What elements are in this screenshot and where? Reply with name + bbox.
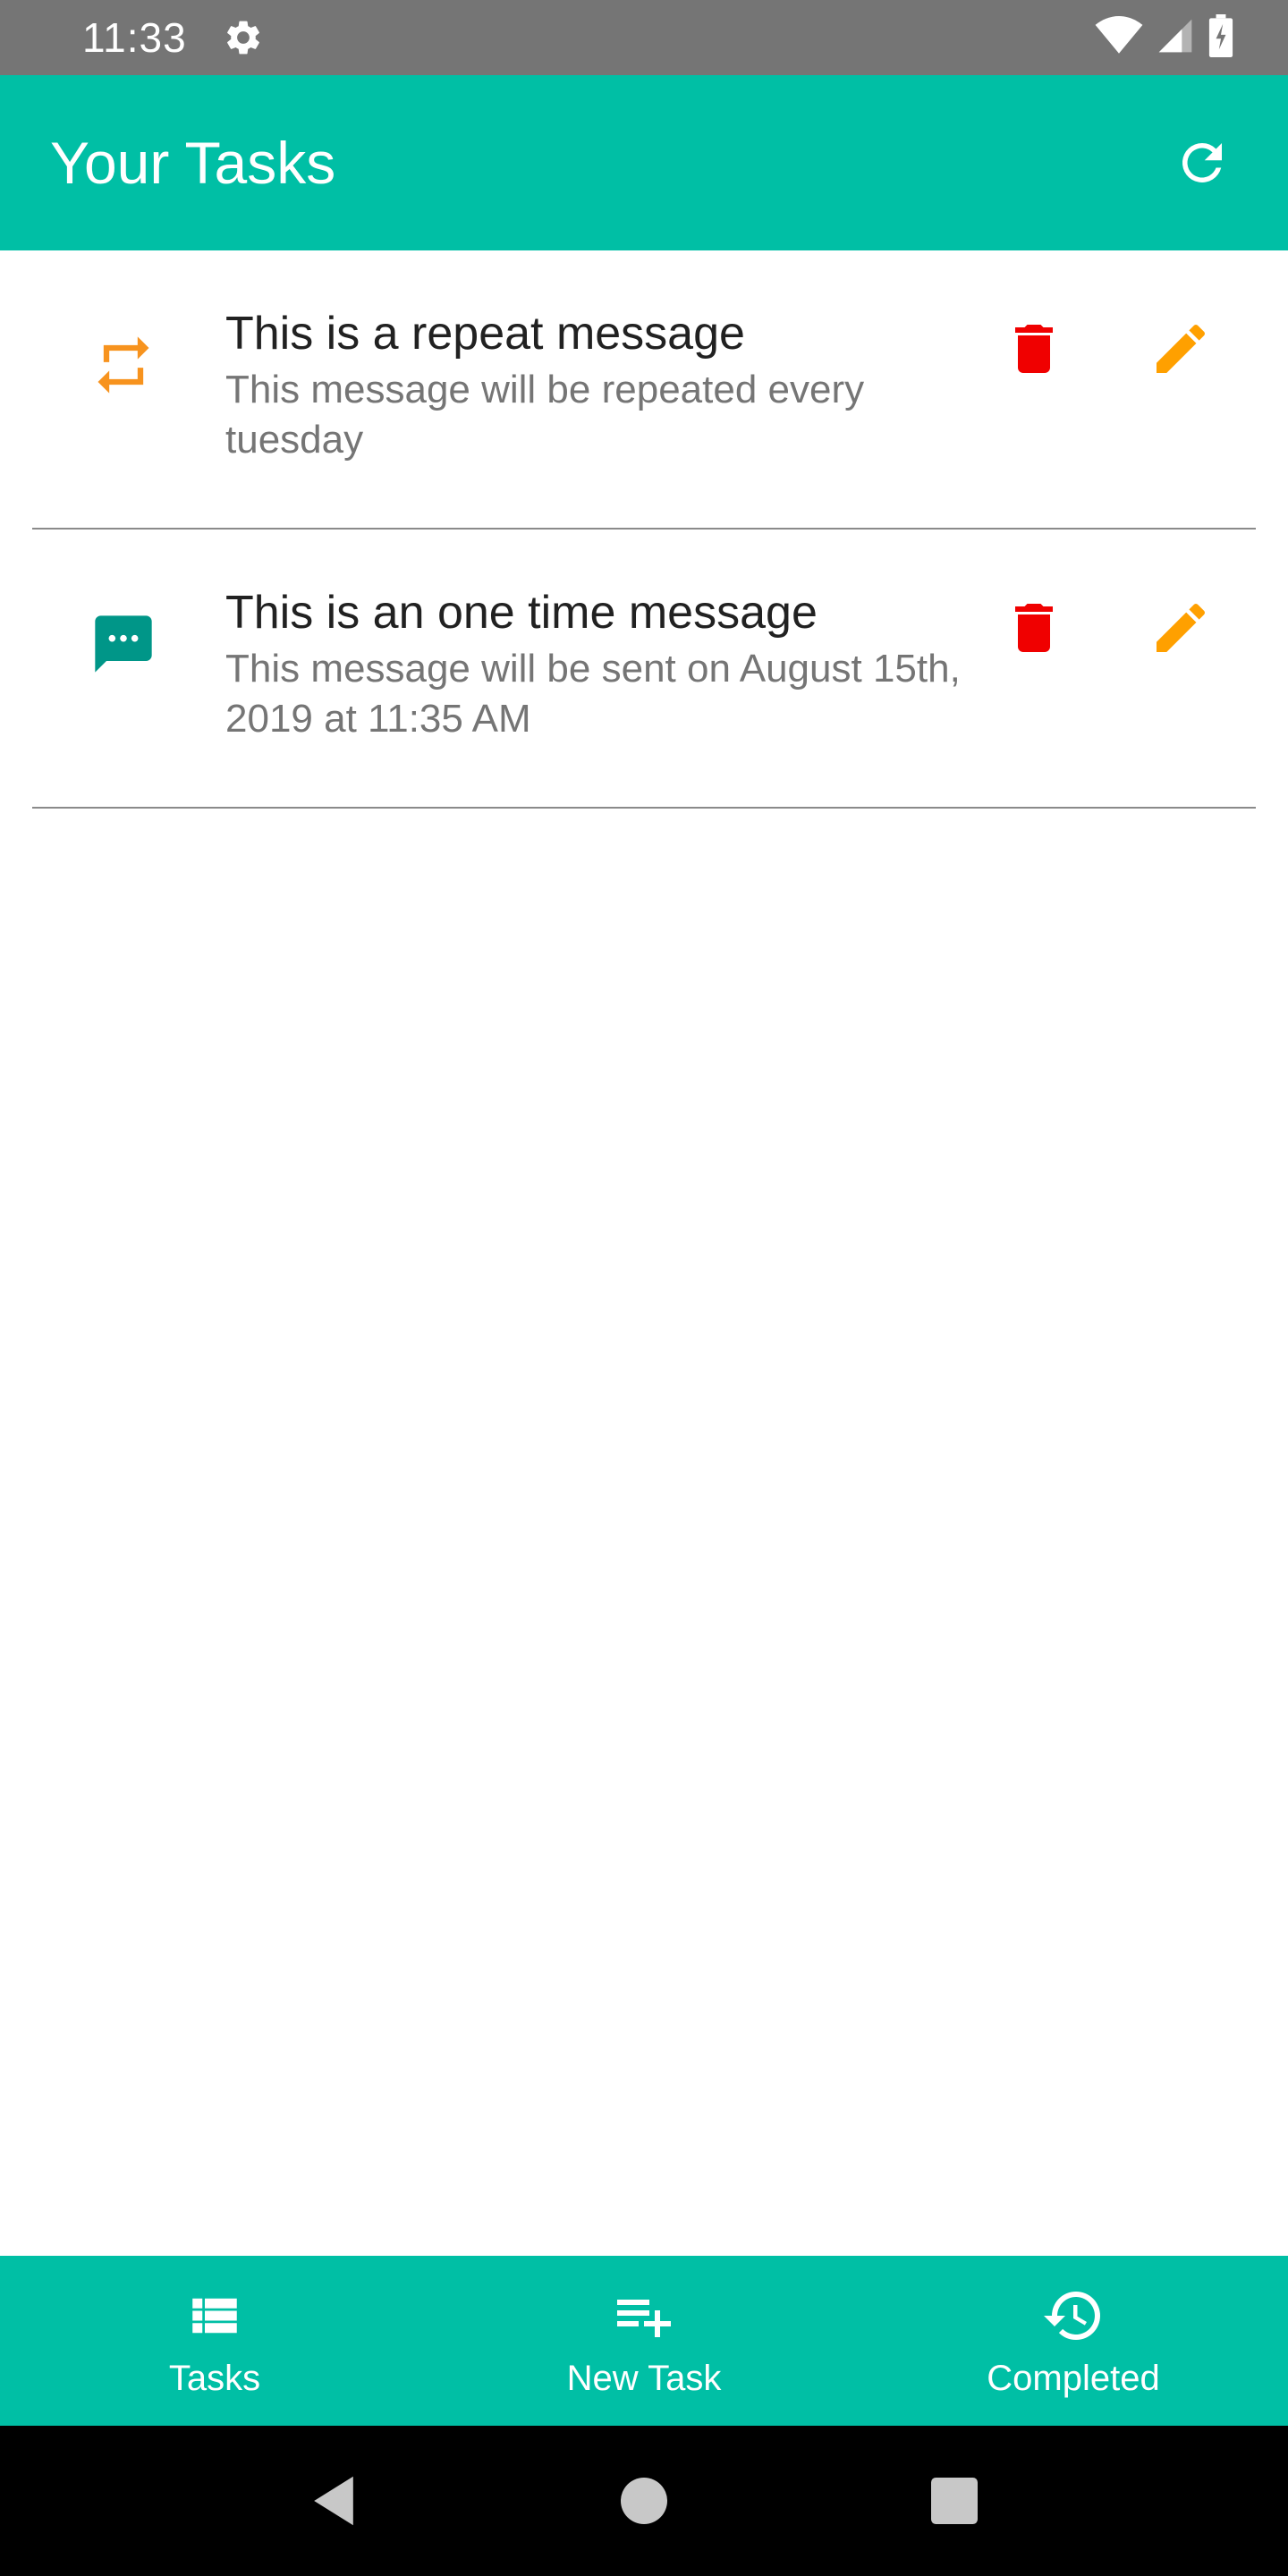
delete-button[interactable] [998, 592, 1070, 664]
refresh-icon [1182, 142, 1222, 182]
back-button[interactable] [302, 2470, 365, 2532]
nav-item-completed[interactable]: Completed [859, 2256, 1288, 2426]
list-item[interactable]: This is a repeat message This message wi… [32, 250, 1256, 530]
status-bar: 11:33 [0, 0, 1288, 75]
repeat-icon [80, 322, 166, 408]
list-icon [182, 2284, 247, 2348]
app-bar: Your Tasks [0, 75, 1288, 250]
pencil-icon [1157, 324, 1206, 373]
pencil-icon [1157, 603, 1206, 652]
nav-label: Completed [987, 2358, 1160, 2398]
task-subtitle: This message will be sent on August 15th… [225, 647, 961, 741]
recents-button[interactable] [923, 2470, 986, 2532]
status-icons [1095, 13, 1234, 62]
nav-label: Tasks [168, 2358, 261, 2398]
home-icon [620, 2478, 667, 2524]
system-navigation-bar [0, 2426, 1288, 2576]
battery-charging-icon [1208, 13, 1234, 62]
trash-icon [1015, 604, 1053, 652]
task-text: This is an one time message This message… [225, 583, 995, 744]
task-title: This is an one time message [225, 587, 818, 639]
trash-icon [1015, 325, 1053, 373]
page-title: Your Tasks [50, 130, 336, 196]
history-icon [1041, 2284, 1106, 2348]
task-title: This is a repeat message [225, 308, 745, 360]
nav-item-tasks[interactable]: Tasks [0, 2256, 429, 2426]
edit-button[interactable] [1145, 592, 1216, 664]
nav-item-new-task[interactable]: New Task [429, 2256, 859, 2426]
back-icon [314, 2476, 354, 2526]
task-subtitle: This message will be repeated every tues… [225, 368, 865, 462]
settings-icon [223, 16, 266, 59]
task-list: This is a repeat message This message wi… [0, 250, 1288, 809]
task-text: This is a repeat message This message wi… [225, 304, 995, 465]
bottom-navigation: Tasks New Task Completed [0, 2256, 1288, 2426]
signal-icon [1156, 16, 1195, 60]
screen: 11:33 Your Tasks This is a repeat messag… [0, 0, 1288, 2576]
status-time: 11:33 [82, 14, 187, 61]
edit-button[interactable] [1145, 313, 1216, 385]
message-icon [80, 601, 166, 687]
wifi-icon [1095, 15, 1143, 60]
recents-icon [930, 2478, 978, 2524]
delete-button[interactable] [998, 313, 1070, 385]
playlist-add-icon [612, 2284, 676, 2348]
refresh-button[interactable] [1166, 127, 1238, 199]
list-item[interactable]: This is an one time message This message… [32, 530, 1256, 809]
home-button[interactable] [613, 2470, 675, 2532]
nav-label: New Task [566, 2358, 722, 2398]
